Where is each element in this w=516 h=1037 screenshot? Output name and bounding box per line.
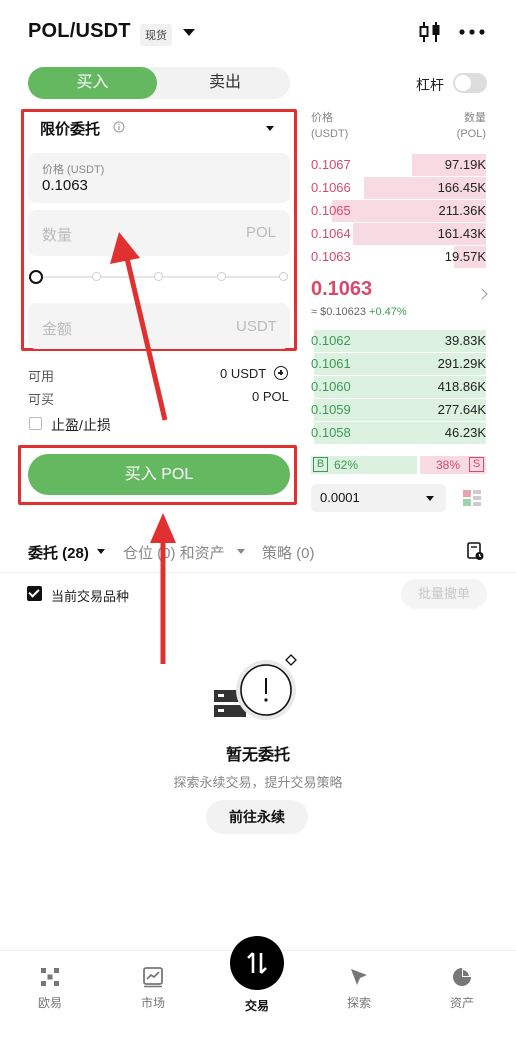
nav-item-assets[interactable]: 资产 (432, 966, 492, 1011)
transfer-plus-icon[interactable] (274, 366, 288, 380)
ob-row-price[interactable]: 0.1065 (311, 203, 351, 218)
ob-row-price[interactable]: 0.1060 (311, 379, 351, 394)
chevron-down-icon[interactable] (97, 549, 105, 554)
ob-row-qty[interactable]: 46.23K (445, 425, 486, 440)
slider-stop-25[interactable] (92, 272, 101, 281)
tab-sell[interactable]: 卖出 (160, 67, 290, 99)
nav-label: 市场 (140, 996, 165, 1010)
nav-label: 资产 (449, 996, 474, 1010)
slider-stop-50[interactable] (154, 272, 163, 281)
chevron-down-icon[interactable] (426, 496, 434, 501)
ob-row-qty[interactable]: 161.43K (438, 226, 486, 241)
tab-buy[interactable]: 买入 (28, 67, 157, 99)
buyable-label: 可买 (28, 392, 55, 407)
leverage-label: 杠杆 (416, 77, 444, 93)
tpsl-label[interactable]: 止盈/止损 (51, 415, 111, 435)
amount-unit: USDT (236, 318, 277, 335)
ob-qty-header: 数量 (POL) (456, 112, 486, 140)
pair-title[interactable]: POL/USDT (28, 20, 131, 43)
go-perpetual-button[interactable]: 前往永续 (206, 800, 308, 834)
candlestick-icon[interactable] (418, 20, 442, 44)
compass-icon (351, 969, 367, 985)
empty-state-illustration-icon (214, 654, 297, 720)
tpsl-checkbox[interactable] (29, 417, 42, 430)
ob-row-price[interactable]: 0.1064 (311, 226, 351, 241)
nav-label: 欧易 (37, 996, 62, 1010)
nav-item-market[interactable]: 市场 (123, 966, 183, 1011)
price-input[interactable]: 0.1063 (42, 177, 88, 194)
slider-stop-100[interactable] (279, 272, 288, 281)
ob-price-header: 价格 (USDT) (311, 112, 349, 140)
trade-arrows-icon (247, 952, 267, 974)
chevron-right-icon[interactable] (476, 288, 488, 300)
ob-row-qty[interactable]: 277.64K (438, 402, 486, 417)
orderbook-layout-icon[interactable] (462, 488, 482, 508)
ob-row-qty[interactable]: 211.36K (439, 203, 486, 218)
ob-row-price[interactable]: 0.1058 (311, 425, 351, 440)
ob-row-price[interactable]: 0.1062 (311, 333, 351, 348)
empty-subtitle: 探索永续交易，提升交易策略 (173, 775, 343, 790)
buy-ratio: 62% (334, 458, 359, 472)
batch-cancel-button[interactable]: 批量撤单 (401, 579, 487, 609)
empty-title: 暂无委托 (225, 747, 290, 764)
nav-item-trade[interactable] (230, 936, 284, 990)
chevron-down-icon[interactable] (266, 126, 274, 131)
slider-stop-75[interactable] (217, 272, 226, 281)
nav-label: 探索 (346, 996, 371, 1010)
info-icon[interactable] (113, 121, 125, 133)
last-price: 0.1063 (311, 278, 373, 300)
current-pair-checkbox[interactable] (27, 586, 42, 601)
sell-ratio: 38% (436, 458, 461, 472)
ob-row-price[interactable]: 0.1063 (311, 249, 351, 264)
more-dots-icon[interactable] (458, 28, 486, 36)
leverage-toggle[interactable] (453, 73, 487, 93)
sell-badge: S (469, 457, 484, 472)
ob-row-qty[interactable]: 19.57K (445, 249, 486, 264)
current-pair-label[interactable]: 当前交易品种 (51, 586, 129, 605)
section-divider (0, 572, 516, 573)
ob-row-price[interactable]: 0.1067 (311, 157, 351, 172)
buyable-value: 0 POL (252, 389, 289, 404)
available-value: 0 USDT (220, 366, 267, 381)
quantity-unit: POL (246, 224, 277, 241)
last-price-sub: ≈ $0.10623 +0.47% (311, 306, 407, 318)
pie-chart-icon (453, 968, 471, 986)
order-history-icon[interactable] (465, 541, 485, 561)
quantity-input[interactable]: 数量 (42, 224, 72, 245)
market-type-badge: 现货 (140, 24, 172, 46)
tab-orders[interactable]: 委托 (28) (28, 542, 89, 563)
ob-row-qty[interactable]: 291.29K (438, 356, 486, 371)
tab-strategies[interactable]: 策略 (0) (262, 542, 315, 563)
ob-row-qty[interactable]: 97.19K (445, 157, 486, 172)
chevron-down-icon[interactable] (237, 549, 245, 554)
amount-input[interactable]: 金额 (42, 318, 72, 339)
tab-positions[interactable]: 仓位 (0) 和资产 (123, 542, 225, 563)
pair-dropdown-icon[interactable] (183, 29, 195, 36)
order-type-select[interactable]: 限价委托 (40, 118, 100, 139)
ob-row-price[interactable]: 0.1061 (311, 356, 351, 371)
okx-logo-icon (41, 968, 59, 986)
nav-item-explore[interactable]: 探索 (329, 966, 389, 1011)
market-chart-icon (143, 967, 163, 988)
ob-row-price[interactable]: 0.1059 (311, 402, 351, 417)
ob-row-qty[interactable]: 166.45K (438, 180, 486, 195)
amount-slider-handle[interactable] (29, 270, 43, 284)
depth-step-value[interactable]: 0.0001 (320, 490, 360, 505)
ob-row-qty[interactable]: 418.86K (438, 379, 486, 394)
price-field-label: 价格 (USDT) (42, 164, 105, 176)
buy-submit-button[interactable]: 买入 POL (28, 454, 290, 495)
ob-row-qty[interactable]: 39.83K (445, 333, 486, 348)
nav-label-trade[interactable]: 交易 (228, 997, 286, 1014)
buy-badge: B (313, 457, 328, 472)
available-label: 可用 (28, 369, 55, 384)
nav-item-okx[interactable]: 欧易 (20, 966, 80, 1011)
ob-row-price[interactable]: 0.1066 (311, 180, 351, 195)
